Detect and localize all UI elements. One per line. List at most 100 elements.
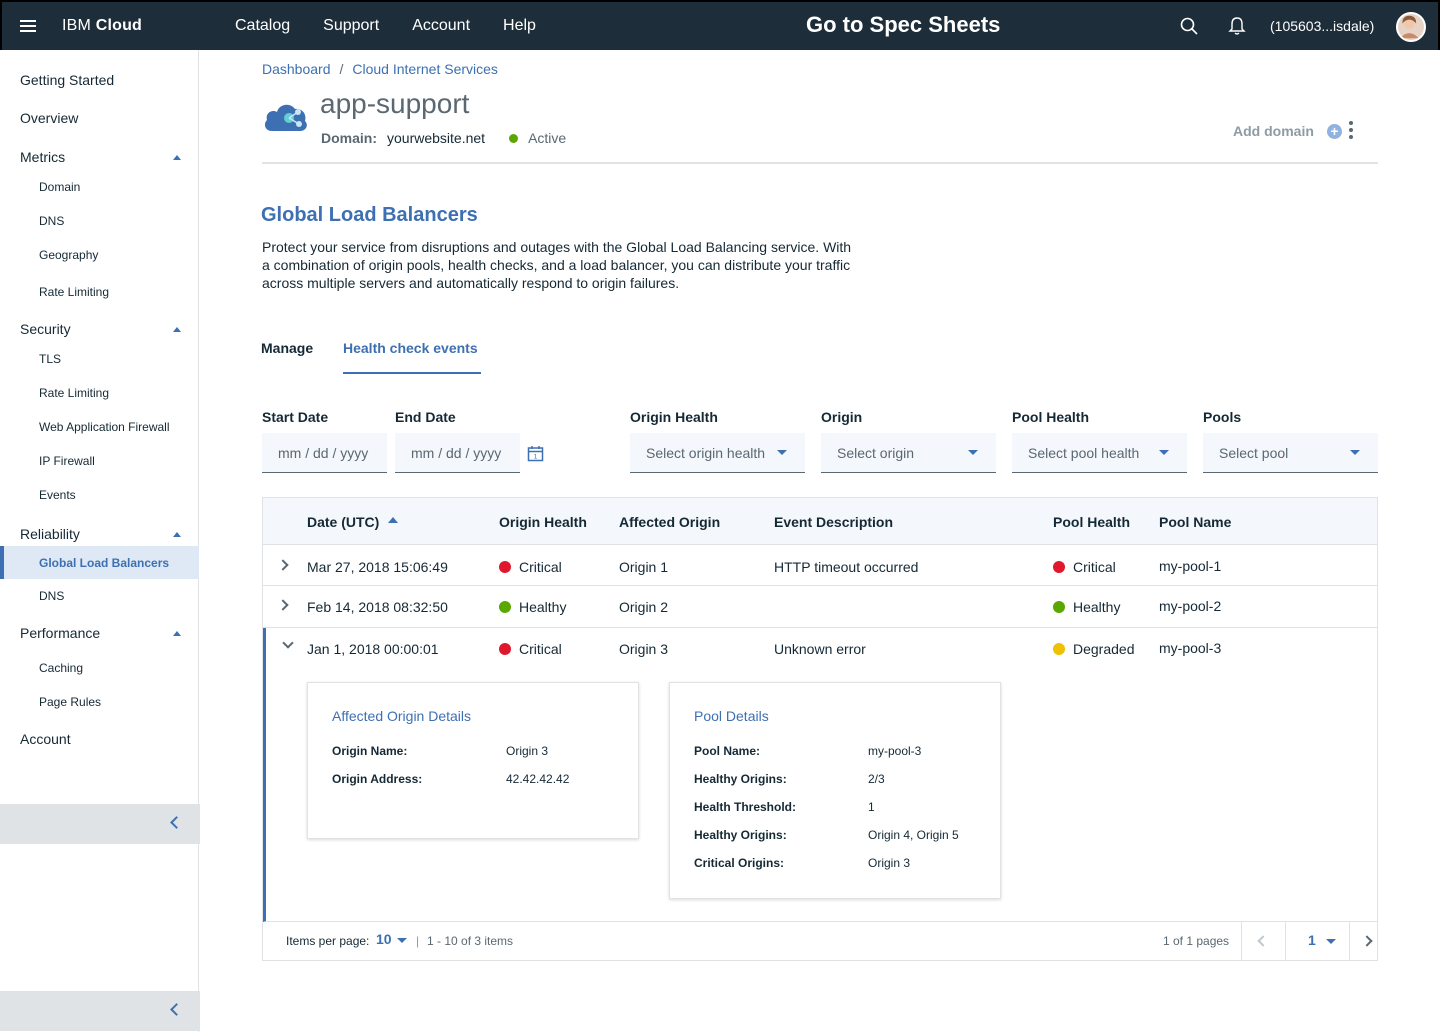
chevron-down-icon [1350,450,1360,455]
col-date[interactable]: Date (UTC) [307,514,379,530]
tab-health-check-events[interactable]: Health check events [343,340,478,356]
sidebar-item-page-rules[interactable]: Page Rules [39,695,101,709]
items-per-page-label: Items per page: [286,934,370,948]
sidebar-group-security[interactable]: Security [20,321,71,337]
prev-page-button[interactable] [1241,922,1285,960]
sidebar-item-geography[interactable]: Geography [39,248,98,262]
cell-origin-health: Critical [499,641,562,657]
pool-health-label: Pool Health [1012,409,1090,425]
sidebar-item-caching[interactable]: Caching [39,661,83,675]
sidebar-item-rate-limiting[interactable]: Rate Limiting [39,386,109,400]
pool-select[interactable]: Select pool [1203,433,1378,473]
sidebar-item-domain[interactable]: Domain [39,180,80,194]
cell-event-description: HTTP timeout occurred [774,559,919,575]
next-page-button[interactable] [1349,922,1377,960]
page-count: 1 of 1 pages [1163,934,1230,948]
origin-select[interactable]: Select origin [821,433,996,473]
pool-health-select[interactable]: Select pool health [1012,433,1187,473]
page-select[interactable]: 1 [1285,922,1349,960]
sidebar-item-account[interactable]: Account [20,731,71,747]
tab-manage[interactable]: Manage [261,340,313,356]
col-affected-origin: Affected Origin [619,514,721,530]
svg-text:1: 1 [534,454,538,461]
chevron-left-icon [1257,935,1269,947]
caret-up-icon[interactable] [173,532,181,537]
origin-health-select[interactable]: Select origin health [630,433,805,473]
overflow-menu-icon[interactable] [1349,121,1354,143]
caret-up-icon[interactable] [173,631,181,636]
col-origin-health: Origin Health [499,514,587,530]
chevron-down-icon[interactable] [282,637,294,649]
sort-ascending-icon[interactable] [388,517,398,523]
add-domain-button[interactable]: Add domain [1233,123,1314,139]
cloud-internet-services-icon [264,104,307,131]
sidebar-item-dns[interactable]: DNS [39,589,64,603]
chevron-down-icon [777,450,787,455]
domain-label: Domain: [321,130,377,146]
breadcrumb-dashboard[interactable]: Dashboard [262,61,331,77]
breadcrumb-cis[interactable]: Cloud Internet Services [352,61,498,77]
chevron-right-icon[interactable] [277,599,289,611]
brand-logo[interactable]: IBM Cloud [62,17,142,35]
items-per-page-select[interactable]: 10 [376,931,392,947]
page-title: app-support [320,88,470,119]
sidebar-item-ip-firewall[interactable]: IP Firewall [39,454,95,468]
cell-pool-health: Critical [1053,559,1116,575]
col-pool-health: Pool Health [1053,514,1131,530]
sidebar-item-getting-started[interactable]: Getting Started [20,72,114,88]
sidebar-group-performance[interactable]: Performance [20,625,100,641]
sidebar-item-global-load-balancers[interactable]: Global Load Balancers [39,556,169,570]
origin-label: Origin [821,409,863,425]
caret-up-icon[interactable] [173,327,181,332]
sidebar-item-events[interactable]: Events [39,488,76,502]
bell-icon[interactable] [1228,16,1246,36]
section-title: Global Load Balancers [261,204,478,226]
caret-up-icon[interactable] [173,155,181,160]
table-row[interactable]: Mar 27, 2018 15:06:49 Critical Origin 1 … [263,546,1377,586]
calendar-icon[interactable]: 1 [527,445,544,462]
avatar[interactable] [1396,12,1426,42]
nav-help[interactable]: Help [503,17,536,35]
chevron-down-icon[interactable] [397,938,407,943]
top-nav: Catalog Support Account Help [235,17,536,35]
sidebar-item-rate-limiting-metrics[interactable]: Rate Limiting [39,285,109,299]
top-nav-bar: IBM Cloud Catalog Support Account Help G… [0,0,1440,50]
table-row[interactable]: Feb 14, 2018 08:32:50 Healthy Origin 2 H… [263,586,1377,628]
chevron-right-icon[interactable] [277,559,289,571]
critical-status-icon [1053,561,1065,573]
cell-event-description: Unknown error [774,641,866,657]
nav-catalog[interactable]: Catalog [235,17,290,35]
sidebar-group-reliability[interactable]: Reliability [20,526,80,542]
cell-pool-name: my-pool-3 [1159,640,1222,656]
account-switcher[interactable]: (105603...isdale) [1270,18,1374,34]
end-date-input[interactable]: mm / dd / yyyy [395,433,520,473]
sidebar: Getting Started Overview Metrics Domain … [0,50,200,1032]
nav-support[interactable]: Support [323,17,379,35]
nav-account[interactable]: Account [412,17,470,35]
cell-origin-health: Healthy [499,599,566,615]
table-header: Date (UTC) Origin Health Affected Origin… [263,498,1377,545]
expanded-row: Jan 1, 2018 00:00:01 Critical Origin 3 U… [263,628,1377,922]
sidebar-group-metrics[interactable]: Metrics [20,149,65,165]
end-date-label: End Date [395,409,456,425]
sidebar-collapse-button[interactable] [0,804,200,844]
card-title: Affected Origin Details [332,708,472,724]
sidebar-item-dns-metrics[interactable]: DNS [39,214,64,228]
add-circle-icon[interactable]: + [1327,124,1342,139]
sidebar-item-waf[interactable]: Web Application Firewall [39,420,170,434]
sidebar-collapse-button-bottom[interactable] [0,991,200,1031]
search-icon[interactable] [1180,17,1198,35]
hamburger-icon[interactable] [20,20,36,32]
cell-date: Mar 27, 2018 15:06:49 [307,559,448,575]
pagination: Items per page: 10 | 1 - 10 of 3 items 1… [263,922,1377,960]
sidebar-item-overview[interactable]: Overview [20,110,78,126]
sidebar-item-tls[interactable]: TLS [39,352,61,366]
spec-sheets-link[interactable]: Go to Spec Sheets [806,12,1000,38]
status-dot-icon [509,133,519,143]
chevron-down-icon [1326,939,1336,944]
pools-label: Pools [1203,409,1242,425]
domain-value: yourwebsite.net [387,130,486,146]
start-date-input[interactable]: mm / dd / yyyy [262,433,387,473]
active-tab-indicator [343,372,481,374]
cell-pool-name: my-pool-1 [1159,558,1222,574]
